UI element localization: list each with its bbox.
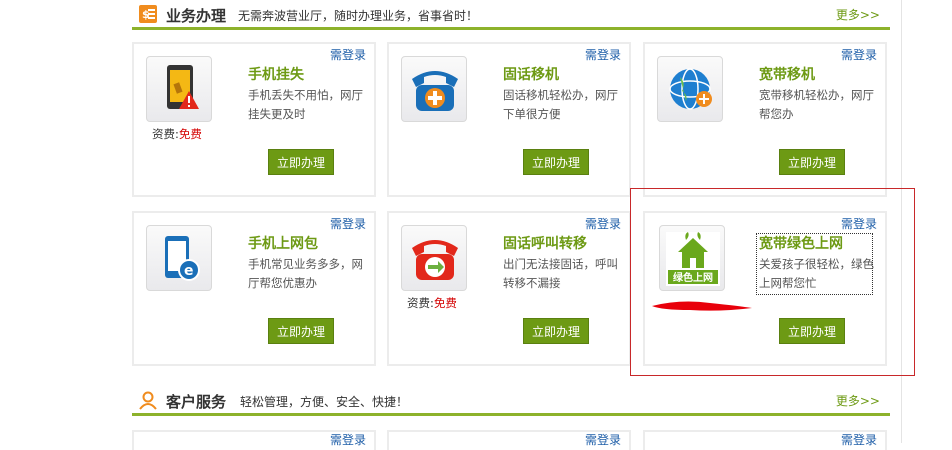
apply-now-button[interactable]: 立即办理 <box>268 149 334 175</box>
service-title[interactable]: 固话移机 <box>503 64 559 84</box>
apply-now-button[interactable]: 立即办理 <box>523 149 589 175</box>
more-link[interactable]: 更多>> <box>836 6 880 23</box>
fee-label: 资费:免费 <box>407 296 457 310</box>
login-required-link[interactable]: 需登录 <box>585 46 621 63</box>
login-required-link[interactable]: 需登录 <box>330 215 366 232</box>
service-desc: 出门无法接固话，呼叫转移不漏接 <box>503 257 618 290</box>
login-required-link[interactable]: 需登录 <box>585 215 621 232</box>
login-required-link[interactable]: 需登录 <box>585 431 621 448</box>
fee-label: 资费:免费 <box>152 127 202 141</box>
login-required-link[interactable]: 需登录 <box>330 46 366 63</box>
svg-text:e: e <box>184 263 194 279</box>
service-title[interactable]: 手机上网包 <box>248 233 318 253</box>
focus-outline <box>756 233 873 295</box>
service-desc: 宽带移机轻松办，网厅帮您办 <box>759 88 874 121</box>
section-subtitle: 无需奔波营业厅，随时办理业务，省事省时！ <box>238 9 479 23</box>
service-card-partial[interactable]: 需登录 <box>643 430 887 450</box>
section-divider <box>132 27 890 30</box>
apply-now-button[interactable]: 立即办理 <box>779 149 845 175</box>
service-desc: 固话移机轻松办，网厅下单很方便 <box>503 88 618 121</box>
call-forward-icon <box>401 225 467 291</box>
section-title: 业务办理 <box>166 7 227 25</box>
person-icon <box>139 391 157 410</box>
apply-now-button[interactable]: 立即办理 <box>523 318 589 344</box>
fee-value: 免费 <box>178 127 202 141</box>
apply-now-button[interactable]: 立即办理 <box>268 318 334 344</box>
service-card-partial[interactable]: 需登录 <box>387 430 631 450</box>
service-card-landline-move[interactable]: 需登录 固话移机 固话移机轻松办，网厅下单很方便 立即办理 <box>387 42 631 197</box>
fee-value: 免费 <box>433 296 457 310</box>
service-title[interactable]: 宽带移机 <box>759 64 815 84</box>
more-link[interactable]: 更多>> <box>836 392 880 409</box>
service-card-phone-loss[interactable]: 需登录 资费:免费 手机挂失 手机丢失不用怕，网厅挂失更及时 立即办理 <box>132 42 376 197</box>
login-required-link[interactable]: 需登录 <box>841 431 877 448</box>
mobile-internet-icon: e <box>146 225 212 291</box>
service-title[interactable]: 手机挂失 <box>248 64 304 84</box>
login-required-link[interactable]: 需登录 <box>841 46 877 63</box>
landline-move-icon <box>401 56 467 122</box>
customer-service-section-header: 客户服务 轻松管理，方便、安全、快捷！ 更多>> <box>132 388 890 416</box>
service-title[interactable]: 固话呼叫转移 <box>503 233 587 253</box>
coin-stack-icon: $ <box>139 5 157 23</box>
service-card-broadband-move[interactable]: 需登录 宽带移机 宽带移机轻松办，网厅帮您办 立即办理 <box>643 42 887 197</box>
service-desc: 手机丢失不用怕，网厅挂失更及时 <box>248 88 363 121</box>
service-card-mobile-data[interactable]: 需登录 e 手机上网包 手机常见业务多多，网厅帮您优惠办 立即办理 <box>132 211 376 366</box>
business-section-header: $ 业务办理 无需奔波营业厅，随时办理业务，省事省时！ 更多>> <box>132 2 890 30</box>
service-card-call-forward[interactable]: 需登录 资费:免费 固话呼叫转移 出门无法接固话，呼叫转移不漏接 立即办理 <box>387 211 631 366</box>
section-subtitle: 轻松管理，方便、安全、快捷！ <box>240 395 409 409</box>
service-card-partial[interactable]: 需登录 <box>132 430 376 450</box>
globe-icon <box>657 56 723 122</box>
section-title: 客户服务 <box>166 393 227 411</box>
section-divider <box>132 413 890 416</box>
red-scribble <box>652 301 752 311</box>
service-desc: 手机常见业务多多，网厅帮您优惠办 <box>248 257 363 290</box>
login-required-link[interactable]: 需登录 <box>330 431 366 448</box>
phone-lost-icon <box>146 56 212 122</box>
